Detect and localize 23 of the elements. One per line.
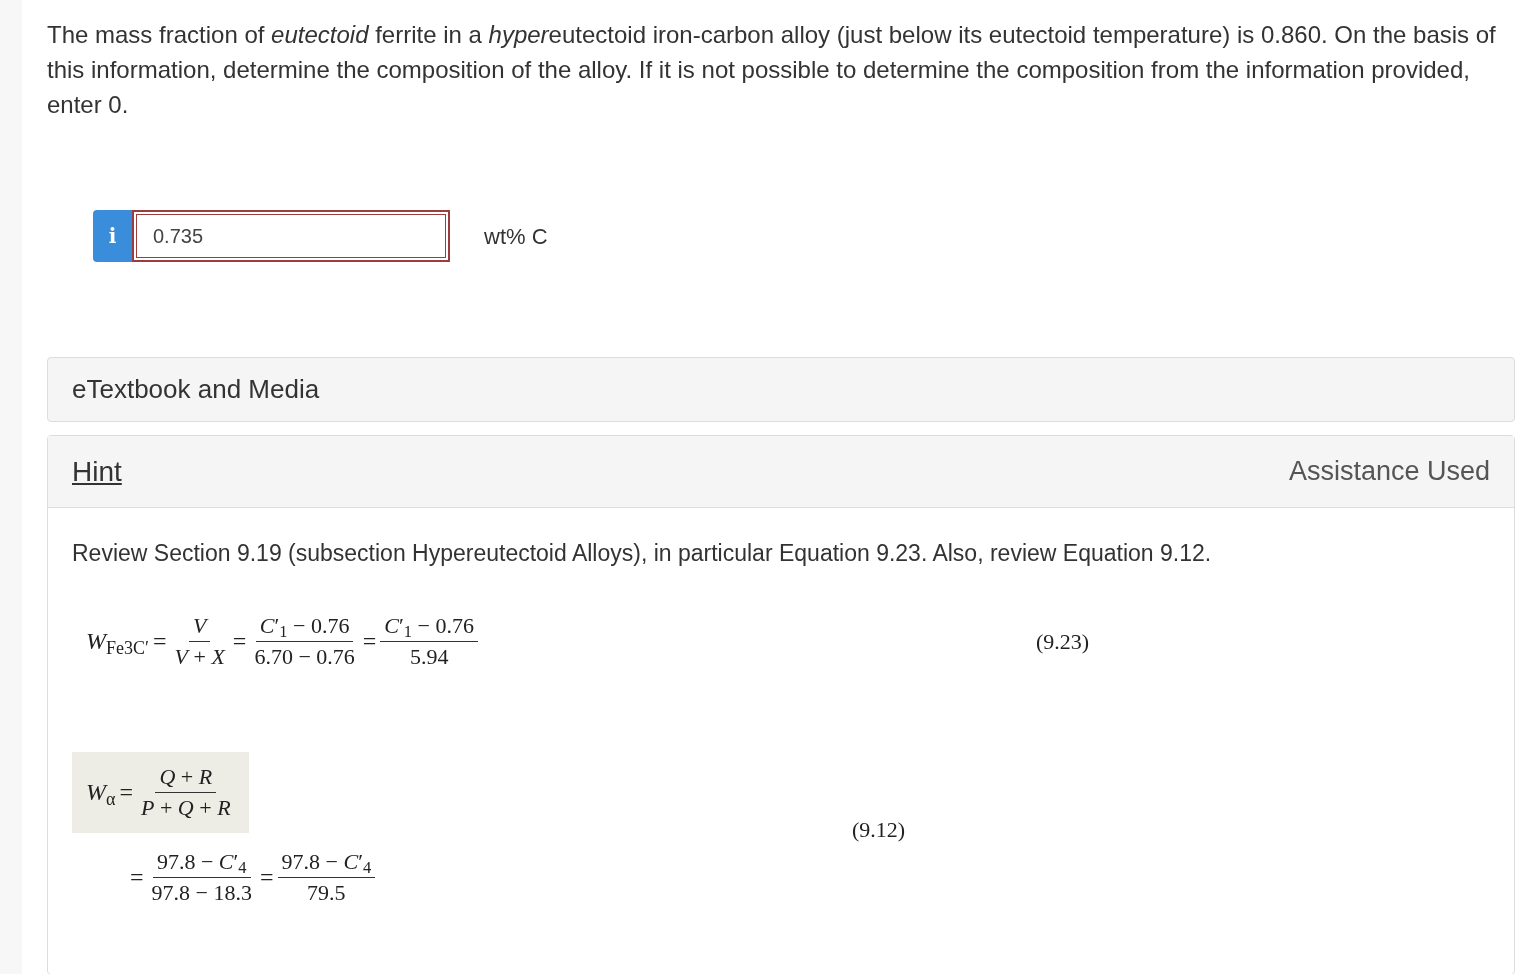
equals-sign: =: [151, 627, 168, 656]
fraction: V V + X: [173, 610, 227, 671]
unit-label: wt% C: [484, 222, 548, 251]
hint-link[interactable]: Hint: [72, 450, 122, 493]
equals-sign: =: [258, 863, 275, 892]
hint-text: Review Section 9.19 (subsection Hypereutectoid Alloys), in particular Equation 9.23. Also, review Equation 9.12.: [72, 539, 1213, 568]
equals-sign: =: [231, 627, 248, 656]
equation-lhs: W$_{α}$: [86, 778, 116, 810]
equals-sign: =: [129, 863, 145, 892]
equation-number: (9.12): [852, 816, 906, 844]
status-text: Assistance Used: [1288, 455, 1490, 489]
question-text: The mass fraction of eutectoid ferrite in a hypereutectoid iron-carbon alloy (just below its eutectoid temperature) is 0.860. On the basis of this information, determine the composition of the alloy. If it is not possible to determine the composition from the information provided, enter 0.: [47, 20, 1497, 120]
fraction: Q + R P + Q + R: [140, 761, 232, 822]
fraction: 97.8 − C′$_{4}$ 97.8 − 18.3: [150, 846, 253, 907]
equals-sign: =: [361, 627, 378, 656]
answer-field[interactable]: 0.735: [136, 214, 446, 258]
equation-number: (9.23): [1036, 627, 1090, 656]
fraction: 97.8 − C′$_{4}$ 79.5: [277, 846, 376, 908]
equals-sign: =: [118, 778, 134, 807]
fraction: C′$_{1}$ − 0.76 5.94: [380, 610, 478, 672]
panel-title: eTextbook and Media: [72, 373, 320, 406]
fraction: C′$_{1}$ − 0.76 6.70 − 0.76: [253, 610, 356, 671]
etextbook-panel[interactable]: eTextbook and Media: [47, 357, 1515, 422]
